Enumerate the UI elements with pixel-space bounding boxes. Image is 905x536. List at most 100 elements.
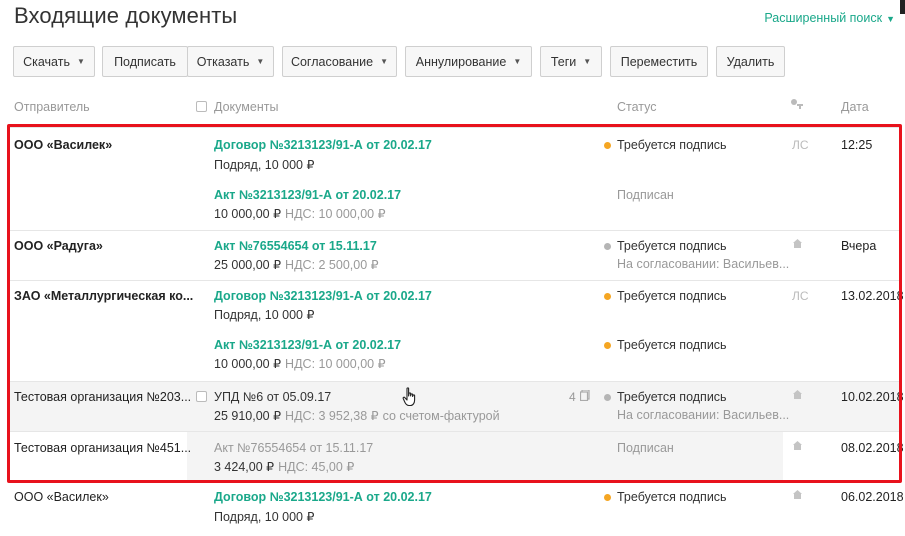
select-all-checkbox[interactable] xyxy=(196,101,207,112)
document-details: Подряд, 10 000 ₽ xyxy=(214,510,315,524)
attachments-count[interactable]: 4 xyxy=(569,389,590,404)
document-amount: 25 000,00 ₽ xyxy=(214,258,282,272)
signature-type: ЛС xyxy=(792,138,809,152)
document-extra: со счетом-фактурой xyxy=(382,409,500,423)
status-dot-icon xyxy=(604,292,611,300)
chevron-down-icon: ▼ xyxy=(380,57,389,66)
status-label: Требуется подпись xyxy=(604,390,727,404)
chevron-down-icon: ▼ xyxy=(76,57,85,66)
advanced-search-label: Расширенный поиск xyxy=(764,11,883,25)
chevron-down-icon: ▼ xyxy=(886,14,895,24)
status-text: Требуется подпись xyxy=(617,138,727,152)
tags-button[interactable]: Теги ▼ xyxy=(540,46,602,77)
document-link[interactable]: Акт №3213123/91-А от 20.02.17 xyxy=(214,338,401,352)
building-icon xyxy=(792,389,803,403)
sender-name: Тестовая организация №203... xyxy=(14,390,192,404)
document-details: 3 424,00 ₽ НДС: 45,00 ₽ xyxy=(214,459,354,474)
chevron-down-icon: ▼ xyxy=(513,57,522,66)
status-dot-icon xyxy=(604,141,611,149)
building-icon xyxy=(792,489,803,503)
status-text: Требуется подпись xyxy=(617,390,727,404)
document-link[interactable]: Акт №76554654 от 15.11.17 xyxy=(214,441,373,455)
document-details: 25 000,00 ₽ НДС: 2 500,00 ₽ xyxy=(214,257,379,272)
download-button[interactable]: Скачать ▼ xyxy=(13,46,95,77)
approval-label: Согласование xyxy=(290,54,374,69)
annul-button[interactable]: Аннулирование ▼ xyxy=(405,46,532,77)
move-button[interactable]: Переместить xyxy=(610,46,708,77)
annul-label: Аннулирование xyxy=(415,54,507,69)
row-checkbox[interactable] xyxy=(196,391,207,402)
row-divider xyxy=(9,431,899,432)
document-link[interactable]: Акт №76554654 от 15.11.17 xyxy=(214,239,377,253)
tags-label: Теги xyxy=(550,54,577,69)
page-title: Входящие документы xyxy=(14,3,238,28)
column-header-date[interactable]: Дата xyxy=(841,100,869,114)
signature-column-icon xyxy=(790,98,804,113)
status-text: Требуется подпись xyxy=(617,338,727,352)
row-date: 12:25 xyxy=(841,138,873,152)
status-text: Требуется подпись xyxy=(617,239,727,253)
row-date: 13.02.2018 xyxy=(841,289,904,303)
row-docs-bg xyxy=(187,432,783,482)
status-label: Требуется подпись xyxy=(604,490,727,504)
document-details: 25 910,00 ₽ НДС: 3 952,38 ₽ со счетом-факт… xyxy=(214,408,500,423)
document-stack-icon xyxy=(579,389,590,404)
row-date: 08.02.2018 xyxy=(841,441,904,455)
status-label: Требуется подпись xyxy=(604,338,727,352)
row-divider xyxy=(9,482,899,483)
sign-button[interactable]: Подписать xyxy=(102,46,188,77)
status-label: Требуется подпись xyxy=(604,289,727,303)
delete-button[interactable]: Удалить xyxy=(716,46,785,77)
row-date: Вчера xyxy=(841,239,877,253)
document-amount: 3 424,00 ₽ xyxy=(214,460,275,474)
reject-button[interactable]: Отказать ▼ xyxy=(187,46,274,77)
document-link[interactable]: УПД №6 от 05.09.17 xyxy=(214,390,331,404)
document-amount: 25 910,00 ₽ xyxy=(214,409,282,423)
column-header-sender[interactable]: Отправитель xyxy=(14,100,90,114)
document-link[interactable]: Договор №3213123/91-А от 20.02.17 xyxy=(214,138,432,152)
document-vat: НДС: 45,00 ₽ xyxy=(278,460,355,474)
column-header-status[interactable]: Статус xyxy=(617,100,657,114)
building-icon xyxy=(792,238,803,252)
document-link[interactable]: Договор №3213123/91-А от 20.02.17 xyxy=(214,289,432,303)
row-date: 10.02.2018 xyxy=(841,390,904,404)
status-text: Подписан xyxy=(617,441,674,455)
sender-name: ООО «Василек» xyxy=(14,138,113,152)
document-amount: 10 000,00 ₽ xyxy=(214,357,282,371)
document-link[interactable]: Акт №3213123/91-А от 20.02.17 xyxy=(214,188,401,202)
document-vat: НДС: 10 000,00 ₽ xyxy=(285,357,386,371)
row-divider xyxy=(9,127,899,128)
row-date: 06.02.2018 xyxy=(841,490,904,504)
status-text: Подписан xyxy=(617,188,674,202)
download-label: Скачать xyxy=(23,54,70,69)
advanced-search-link[interactable]: Расширенный поиск ▼ xyxy=(764,11,895,25)
delete-label: Удалить xyxy=(726,54,775,69)
sender-name: Тестовая организация №451... xyxy=(14,441,192,455)
document-amount: 10 000,00 ₽ xyxy=(214,207,282,221)
hand-cursor-icon xyxy=(402,387,418,412)
approval-button[interactable]: Согласование ▼ xyxy=(282,46,397,77)
status-dot-icon xyxy=(604,242,611,250)
row-divider xyxy=(9,280,899,281)
sender-name: ООО «Василек» xyxy=(14,490,109,504)
status-dot-icon xyxy=(604,341,611,349)
sender-name: ЗАО «Металлургическая ко... xyxy=(14,289,194,303)
status-text: Требуется подпись xyxy=(617,490,727,504)
column-header-documents[interactable]: Документы xyxy=(214,100,278,114)
status-dot-icon xyxy=(604,393,611,401)
window-edge-mark xyxy=(900,0,905,14)
status-dot-icon xyxy=(604,493,611,501)
row-divider xyxy=(9,230,899,231)
document-vat: НДС: 2 500,00 ₽ xyxy=(285,258,379,272)
document-link[interactable]: Договор №3213123/91-А от 20.02.17 xyxy=(214,490,432,504)
chevron-down-icon: ▼ xyxy=(256,57,265,66)
status-text: Требуется подпись xyxy=(617,289,727,303)
sender-name: ООО «Радуга» xyxy=(14,239,103,253)
status-label: Требуется подпись xyxy=(604,239,727,253)
document-vat: НДС: 3 952,38 ₽ xyxy=(285,409,379,423)
approval-status: На согласовании: Васильев... xyxy=(617,257,790,271)
move-label: Переместить xyxy=(620,54,698,69)
document-details: Подряд, 10 000 ₽ xyxy=(214,308,315,322)
row-hover-bg xyxy=(9,381,899,431)
document-details: 10 000,00 ₽ НДС: 10 000,00 ₽ xyxy=(214,356,386,371)
